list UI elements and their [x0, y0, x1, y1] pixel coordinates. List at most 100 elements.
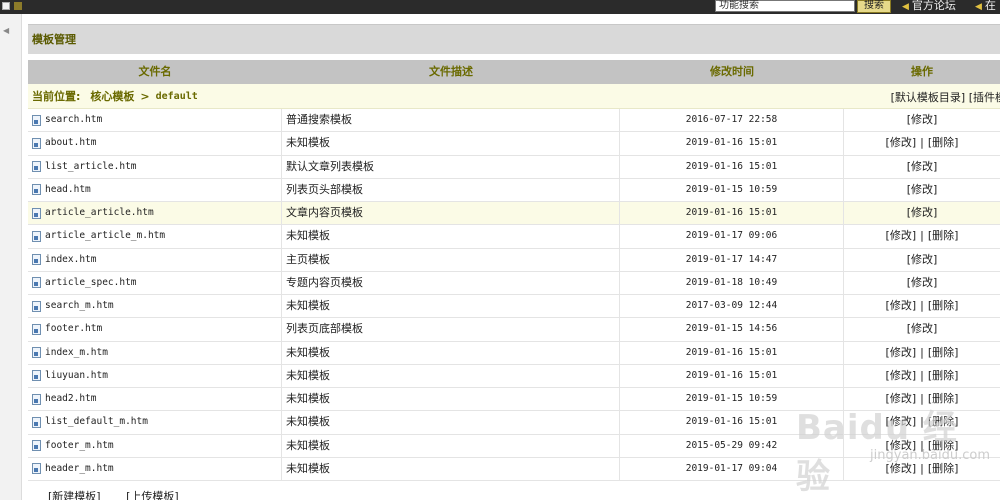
file-name[interactable]: list_article.htm — [45, 156, 137, 178]
file-name[interactable]: head.htm — [45, 179, 91, 201]
table-row: index.htm 主页模板 2019-01-17 14:47 [修改] — [28, 248, 1000, 272]
delete-link[interactable]: [删除] — [928, 346, 959, 359]
file-name[interactable]: article_article_m.htm — [45, 225, 165, 247]
file-name[interactable]: footer_m.htm — [45, 435, 114, 457]
actions-cell: [修改] | [删除] — [844, 225, 1000, 247]
edit-link[interactable]: [修改] — [886, 462, 917, 475]
table-row: article_article.htm 文章内容页模板 2019-01-16 15:… — [28, 202, 1000, 226]
official-forum-link[interactable]: ◀ 官方论坛 — [902, 0, 956, 12]
edit-link[interactable]: [修改] — [886, 346, 917, 359]
edit-link[interactable]: [修改] — [907, 183, 938, 196]
new-template-link[interactable]: [新建模板] — [48, 490, 101, 500]
upload-template-link[interactable]: [上传模板] — [126, 490, 179, 500]
window-icon — [2, 2, 10, 10]
actions-cell: [修改] | [删除] — [844, 411, 1000, 433]
top-link-cut[interactable]: ◀ 在 — [975, 0, 996, 12]
file-name[interactable]: liuyuan.htm — [45, 365, 108, 387]
table-row: article_article_m.htm 未知模板 2019-01-17 09:0… — [28, 225, 1000, 249]
file-name[interactable]: article_article.htm — [45, 202, 154, 224]
file-name-cell: search_m.htm — [28, 295, 282, 318]
action-separator: | — [920, 345, 924, 359]
edit-link[interactable]: [修改] — [907, 253, 938, 266]
actions-cell: [修改] | [删除] — [844, 365, 1000, 387]
modified-time: 2019-01-17 09:06 — [620, 225, 844, 248]
file-name[interactable]: index_m.htm — [45, 342, 108, 364]
file-name[interactable]: head2.htm — [45, 388, 96, 410]
search-button[interactable]: 搜索 — [857, 0, 891, 13]
file-name[interactable]: article_spec.htm — [45, 272, 137, 294]
table-header: 文件名 文件描述 修改时间 操作 — [28, 60, 1000, 84]
delete-link[interactable]: [删除] — [928, 299, 959, 312]
action-separator: | — [920, 438, 924, 452]
action-separator: | — [920, 392, 924, 405]
file-description: 未知模板 — [282, 364, 620, 387]
delete-link[interactable]: [删除] — [928, 439, 959, 452]
file-name-cell: head2.htm — [28, 388, 282, 411]
action-separator: | — [920, 229, 924, 243]
edit-link[interactable]: [修改] — [886, 439, 917, 452]
file-name[interactable]: search_m.htm — [45, 295, 114, 317]
top-bar: 功能搜索 搜索 ◀ 官方论坛 ◀ 在 — [0, 0, 1000, 14]
header-modified-time: 修改时间 — [710, 65, 754, 78]
breadcrumb-current[interactable]: default — [156, 91, 198, 102]
action-separator: | — [920, 368, 924, 382]
table-row: header_m.htm 未知模板 2019-01-17 09:04 [修改] | [删除… — [28, 457, 1000, 481]
breadcrumb-separator: > — [140, 89, 150, 103]
modified-time: 2019-01-17 14:47 — [620, 248, 844, 271]
edit-link[interactable]: [修改] — [886, 136, 917, 149]
delete-link[interactable]: [删除] — [928, 415, 959, 428]
collapse-arrow-icon[interactable]: ◀ — [3, 26, 9, 35]
edit-link[interactable]: [修改] — [907, 322, 938, 335]
file-name[interactable]: footer.htm — [45, 318, 102, 340]
template-directory-links[interactable]: [默认模板目录] [插件模 — [891, 89, 1000, 105]
edit-link[interactable]: [修改] — [907, 160, 938, 173]
file-description: 主页模板 — [282, 248, 620, 271]
edit-link[interactable]: [修改] — [886, 229, 917, 242]
delete-link[interactable]: [删除] — [928, 392, 959, 405]
modified-time: 2019-01-18 10:49 — [620, 271, 844, 294]
modified-time: 2019-01-16 15:01 — [620, 155, 844, 178]
edit-link[interactable]: [修改] — [886, 415, 917, 428]
left-collapse-strip[interactable]: ◀ — [0, 14, 22, 500]
actions-cell: [修改] — [844, 179, 1000, 201]
modified-time: 2019-01-16 15:01 — [620, 132, 844, 155]
edit-link[interactable]: [修改] — [907, 113, 938, 126]
breadcrumb-root-link[interactable]: 核心模板 — [90, 88, 134, 104]
file-name[interactable]: list_default_m.htm — [45, 411, 148, 433]
file-icon — [32, 370, 41, 382]
file-name-cell: index_m.htm — [28, 341, 282, 364]
actions-cell: [修改] — [844, 318, 1000, 340]
edit-link[interactable]: [修改] — [907, 276, 938, 289]
table-row: head.htm 列表页头部模板 2019-01-15 10:59 [修改] — [28, 178, 1000, 202]
modified-time: 2016-07-17 22:58 — [620, 109, 844, 132]
file-description: 文章内容页模板 — [282, 202, 620, 225]
file-name[interactable]: header_m.htm — [45, 458, 114, 480]
delete-link[interactable]: [删除] — [928, 462, 959, 475]
file-icon — [32, 207, 41, 219]
edit-link[interactable]: [修改] — [886, 369, 917, 382]
header-actions: 操作 — [911, 65, 933, 78]
file-name-cell: liuyuan.htm — [28, 364, 282, 387]
file-description: 未知模板 — [282, 388, 620, 411]
table-row: search_m.htm 未知模板 2017-03-09 12:44 [修改] | [删除… — [28, 295, 1000, 319]
function-search-input[interactable]: 功能搜索 — [715, 0, 855, 12]
edit-link[interactable]: [修改] — [907, 206, 938, 219]
file-name[interactable]: about.htm — [45, 132, 96, 154]
file-name[interactable]: index.htm — [45, 249, 96, 271]
file-description: 未知模板 — [282, 411, 620, 434]
file-icon — [32, 114, 41, 126]
delete-link[interactable]: [删除] — [928, 136, 959, 149]
file-name-cell: footer_m.htm — [28, 434, 282, 457]
delete-link[interactable]: [删除] — [928, 229, 959, 242]
edit-link[interactable]: [修改] — [886, 299, 917, 312]
edit-link[interactable]: [修改] — [886, 392, 917, 405]
file-name-cell: list_article.htm — [28, 155, 282, 178]
file-icon — [32, 347, 41, 359]
header-filename: 文件名 — [138, 65, 172, 78]
file-name[interactable]: search.htm — [45, 109, 102, 131]
table-row: footer.htm 列表页底部模板 2019-01-15 14:56 [修改] — [28, 318, 1000, 342]
modified-time: 2019-01-16 15:01 — [620, 202, 844, 225]
delete-link[interactable]: [删除] — [928, 369, 959, 382]
file-name-cell: index.htm — [28, 248, 282, 271]
actions-cell: [修改] | [删除] — [844, 342, 1000, 364]
